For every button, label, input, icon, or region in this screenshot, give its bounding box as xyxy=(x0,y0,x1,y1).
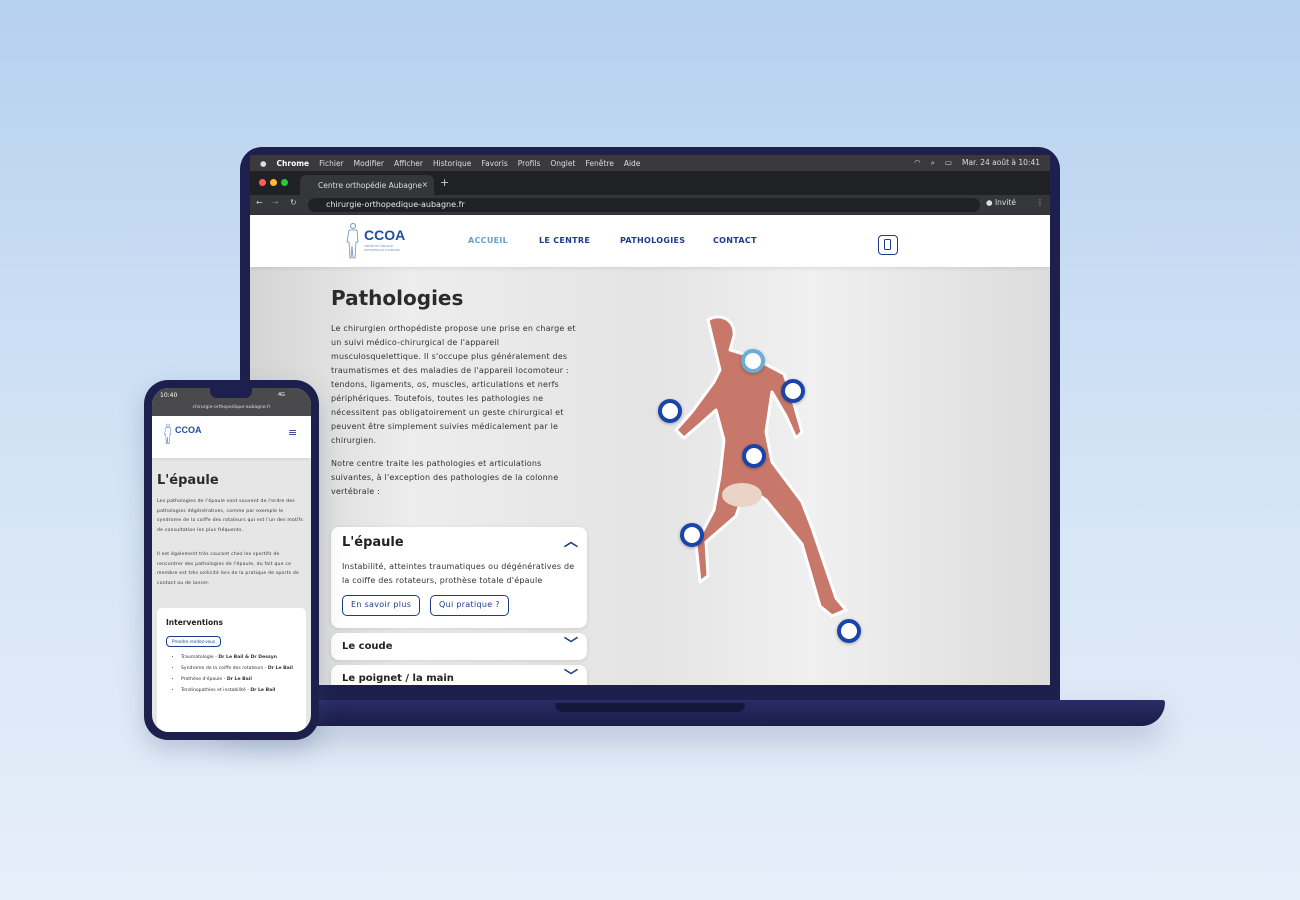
intro-text-2: Notre centre traite les pathologies et a… xyxy=(331,459,559,496)
laptop-notch xyxy=(555,703,745,712)
marker-shoulder-active[interactable] xyxy=(741,349,765,373)
clock[interactable]: Mar. 24 août à 10:41 xyxy=(962,158,1040,168)
logo[interactable]: CCOA CENTRE DE CHIRURGIE ORTHOPÉDIQUE D'… xyxy=(346,223,405,263)
phone-icon xyxy=(884,239,891,250)
phone-time: 10:40 xyxy=(160,392,178,399)
phone-url[interactable]: chirurgie-orthopedique-aubagne.fr xyxy=(152,405,311,410)
menu-item[interactable]: Aide xyxy=(624,159,641,168)
browser-menu-icon[interactable]: ⋮ xyxy=(1036,198,1044,207)
intro-text: Le chirurgien orthopédiste propose une p… xyxy=(331,324,576,445)
interventions-list: Traumatologie - Dr Le Bail & Dr Dessyn S… xyxy=(181,654,296,695)
accordion-item-poignet[interactable]: Le poignet / la main ﹀ xyxy=(331,665,587,685)
site-header: CCOA CENTRE DE CHIRURGIE ORTHOPÉDIQUE D'… xyxy=(250,215,1050,267)
laptop-screen: ● Chrome Fichier Modifier Afficher Histo… xyxy=(250,155,1050,685)
chevron-down-icon[interactable]: ﹀ xyxy=(564,666,578,685)
menu-item[interactable]: Afficher xyxy=(394,159,423,168)
chevron-up-icon[interactable]: ︿ xyxy=(564,531,578,551)
website: CCOA CENTRE DE CHIRURGIE ORTHOPÉDIQUE D'… xyxy=(250,215,1050,685)
list-item: Tendinopathies et instabilité - Dr Le Ba… xyxy=(181,687,296,695)
menu-item[interactable]: Onglet xyxy=(550,159,575,168)
close-window-icon[interactable] xyxy=(259,179,266,186)
macos-menubar: ● Chrome Fichier Modifier Afficher Histo… xyxy=(250,155,1050,171)
page-title: Pathologies xyxy=(331,286,464,310)
chevron-down-icon[interactable]: ﹀ xyxy=(564,634,578,654)
nav-contact[interactable]: CONTACT xyxy=(713,236,757,245)
logo-text: CCOA xyxy=(364,227,406,243)
interventions-card: Interventions Prendre rendez-vous Trauma… xyxy=(157,608,306,732)
phone-notch xyxy=(210,388,252,398)
address-bar: ← → ↻ chirurgie-orthopedique-aubagne.fr … xyxy=(250,195,1050,215)
logo-tagline: CENTRE DE CHIRURGIE ORTHOPÉDIQUE D'AUBAG… xyxy=(364,245,400,252)
phone-page-title: L'épaule xyxy=(157,473,219,488)
menu-item[interactable]: Profils xyxy=(518,159,541,168)
body-logo-icon xyxy=(346,223,359,259)
tab-title: Centre orthopédie Aubagne xyxy=(318,181,423,190)
phone-signal: 4G xyxy=(278,392,286,398)
phone-text-1: Les pathologies de l'épaule sont souvent… xyxy=(157,499,303,533)
nav-accueil[interactable]: ACCUEIL xyxy=(468,236,508,245)
marker-wrist[interactable] xyxy=(658,399,682,423)
phone-header: CCOA ≡ xyxy=(152,416,311,458)
accordion-title: Le coude xyxy=(342,641,393,652)
marker-elbow[interactable] xyxy=(781,379,805,403)
list-item: Traumatologie - Dr Le Bail & Dr Dessyn xyxy=(181,654,296,662)
menu-item[interactable]: Fenêtre xyxy=(585,159,613,168)
phone-text-2: Il est également très courant chez les s… xyxy=(157,552,300,586)
profile-label: Invité xyxy=(994,198,1016,207)
nav-pathologies[interactable]: PATHOLOGIES xyxy=(620,236,685,245)
prendre-rdv-button[interactable]: Prendre rendez-vous xyxy=(166,636,222,647)
phone-button[interactable] xyxy=(878,235,898,255)
phone-screen: 10:40 4G chirurgie-orthopedique-aubagne.… xyxy=(152,388,311,732)
menu-item[interactable]: Modifier xyxy=(354,159,384,168)
logo-text[interactable]: CCOA xyxy=(175,425,202,435)
marker-knee[interactable] xyxy=(680,523,704,547)
battery-icon[interactable]: ▭ xyxy=(945,158,952,168)
accordion-description: Instabilité, atteintes traumatiques ou d… xyxy=(342,562,575,585)
menu-app[interactable]: Chrome xyxy=(277,159,310,168)
maximize-window-icon[interactable] xyxy=(281,179,288,186)
apple-icon[interactable]: ● xyxy=(260,159,267,168)
nav-le-centre[interactable]: LE CENTRE xyxy=(539,236,590,245)
back-icon[interactable]: ← xyxy=(256,198,263,207)
search-icon[interactable]: ⌕ xyxy=(931,158,935,168)
marker-ankle[interactable] xyxy=(837,619,861,643)
menu-item[interactable]: Historique xyxy=(433,159,471,168)
url-input[interactable]: chirurgie-orthopedique-aubagne.fr xyxy=(308,198,980,212)
browser-tab[interactable]: Centre orthopédie Aubagne × xyxy=(300,175,434,195)
accordion-item-epaule: L'épaule ︿ Instabilité, atteintes trauma… xyxy=(331,527,587,628)
hamburger-icon[interactable]: ≡ xyxy=(288,426,297,439)
qui-pratique-button[interactable]: Qui pratique ? xyxy=(430,595,509,616)
marker-hip[interactable] xyxy=(742,444,766,468)
tab-close-icon[interactable]: × xyxy=(422,180,428,189)
en-savoir-plus-button[interactable]: En savoir plus xyxy=(342,595,421,616)
new-tab-button[interactable]: + xyxy=(440,176,449,189)
accordion-title: Le poignet / la main xyxy=(342,673,454,684)
tab-bar: Centre orthopédie Aubagne × + xyxy=(250,171,1050,195)
accordion-item-coude[interactable]: Le coude ﹀ xyxy=(331,633,587,660)
menu-item[interactable]: Favoris xyxy=(481,159,507,168)
list-item: Syndrome de la coiffe des rotateurs - Dr… xyxy=(181,665,296,673)
profile-button[interactable]: ● Invité xyxy=(986,198,1016,207)
wifi-icon[interactable]: ◠ xyxy=(914,158,921,168)
accordion-title[interactable]: L'épaule xyxy=(342,535,404,550)
forward-icon[interactable]: → xyxy=(272,198,279,207)
reload-icon[interactable]: ↻ xyxy=(290,198,297,207)
body-logo-icon xyxy=(164,423,172,444)
interventions-title: Interventions xyxy=(166,618,223,627)
list-item: Prothèse d'épaule - Dr Le Bail xyxy=(181,676,296,684)
url-text: chirurgie-orthopedique-aubagne.fr xyxy=(326,200,465,209)
minimize-window-icon[interactable] xyxy=(270,179,277,186)
menu-item[interactable]: Fichier xyxy=(319,159,344,168)
